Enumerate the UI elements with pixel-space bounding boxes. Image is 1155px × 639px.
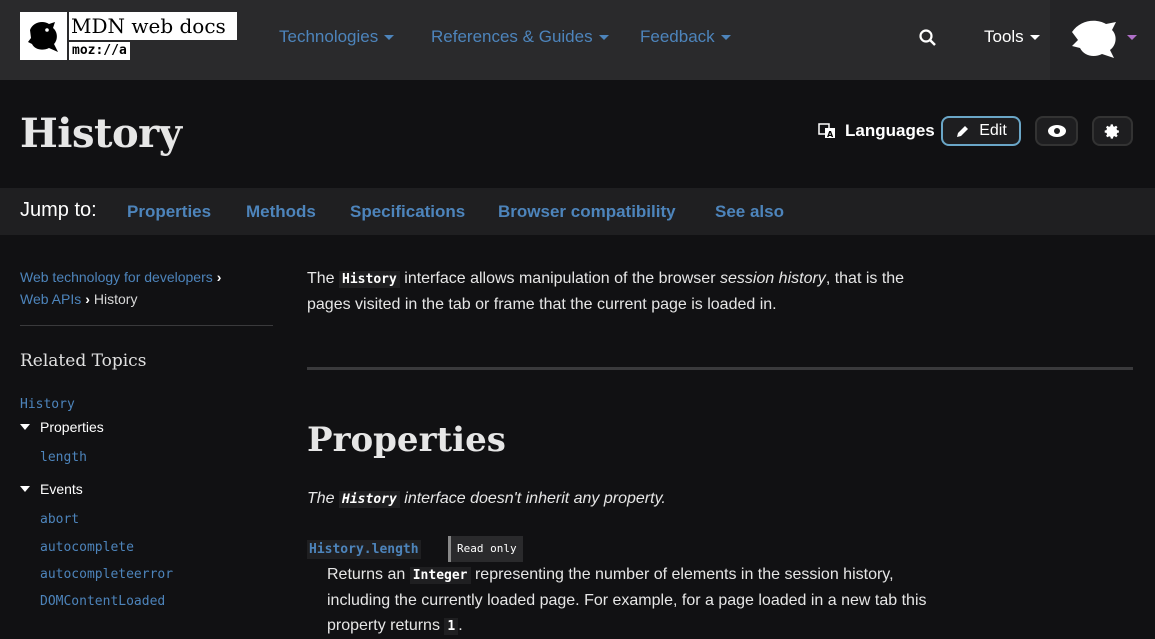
breadcrumb-link[interactable]: Web APIs [20, 291, 81, 307]
caret-down-icon [1029, 34, 1040, 40]
nav-feedback[interactable]: Feedback [640, 0, 731, 74]
caret-down-icon [720, 34, 731, 40]
user-menu[interactable] [1050, 0, 1155, 80]
sidebar-section-events[interactable]: Events [20, 481, 83, 497]
inline-code: Integer [409, 567, 471, 584]
property-description: Returns an Integer representing the numb… [327, 566, 927, 635]
property-history-length[interactable]: History.length [307, 540, 421, 559]
jump-link-browser-compatibility[interactable]: Browser compatibility [498, 202, 676, 222]
triangle-down-icon [20, 486, 30, 492]
tools-menu[interactable]: Tools [984, 0, 1040, 74]
jump-link-see-also[interactable]: See also [715, 202, 784, 222]
languages-button[interactable]: A Languages [818, 117, 935, 145]
related-topics-heading: Related Topics [20, 351, 147, 371]
logo-wordmark: MDN web docs moz://a [67, 12, 239, 60]
mozilla-wordmark: moz://a [69, 42, 130, 60]
caret-down-icon [384, 34, 395, 40]
sidebar-item-domcontentloaded[interactable]: DOMContentLoaded [40, 594, 165, 609]
logo-title: MDN web docs [69, 12, 237, 40]
inline-code: History [339, 491, 400, 508]
sidebar-section-properties[interactable]: Properties [20, 419, 104, 435]
sidebar-item-abort[interactable]: abort [40, 512, 79, 527]
inline-code: History [339, 271, 400, 288]
language-icon: A [818, 123, 835, 139]
svg-text:A: A [827, 130, 834, 139]
dino-logo-icon [20, 12, 67, 60]
section-divider [307, 367, 1133, 370]
jump-link-properties[interactable]: Properties [127, 202, 211, 222]
jump-to-label: Jump to: [20, 199, 97, 221]
sidebar-item-autocomplete[interactable]: autocomplete [40, 540, 134, 555]
page-title: History [20, 110, 182, 157]
settings-button[interactable] [1092, 116, 1133, 146]
sidebar-item-history[interactable]: History [20, 397, 75, 412]
sidebar-item-length[interactable]: length [40, 450, 87, 465]
jump-link-specifications[interactable]: Specifications [350, 202, 465, 222]
mdn-logo[interactable]: MDN web docs moz://a [20, 12, 239, 60]
watch-button[interactable] [1035, 116, 1078, 146]
jump-link-methods[interactable]: Methods [246, 202, 316, 222]
nav-references-guides[interactable]: References & Guides [431, 0, 609, 74]
gear-icon [1104, 123, 1119, 139]
inline-code: 1 [444, 618, 459, 635]
breadcrumb-current: History [93, 291, 138, 307]
triangle-down-icon [20, 424, 30, 430]
user-menu-caret-icon[interactable] [1127, 35, 1137, 40]
search-icon[interactable] [918, 28, 938, 48]
chevron-right-icon: › [85, 291, 90, 307]
edit-button[interactable]: Edit [941, 116, 1021, 146]
eye-icon [1047, 125, 1066, 137]
breadcrumb: Web technology for developers › Web APIs ›… [20, 266, 225, 310]
properties-heading: Properties [307, 420, 506, 460]
sidebar-item-autocompleteerror[interactable]: autocompleteerror [40, 567, 173, 582]
read-only-badge: Read only [448, 536, 523, 562]
sidebar-divider [20, 325, 273, 326]
chevron-right-icon: › [216, 269, 222, 285]
properties-note: The History interface doesn't inherit an… [307, 490, 666, 508]
pencil-icon [957, 125, 969, 137]
intro-paragraph: The History interface allows manipulatio… [307, 270, 905, 313]
user-avatar-icon [1072, 20, 1116, 59]
breadcrumb-link[interactable]: Web technology for developers [20, 269, 213, 285]
caret-down-icon [598, 34, 609, 40]
nav-technologies[interactable]: Technologies [279, 0, 395, 74]
